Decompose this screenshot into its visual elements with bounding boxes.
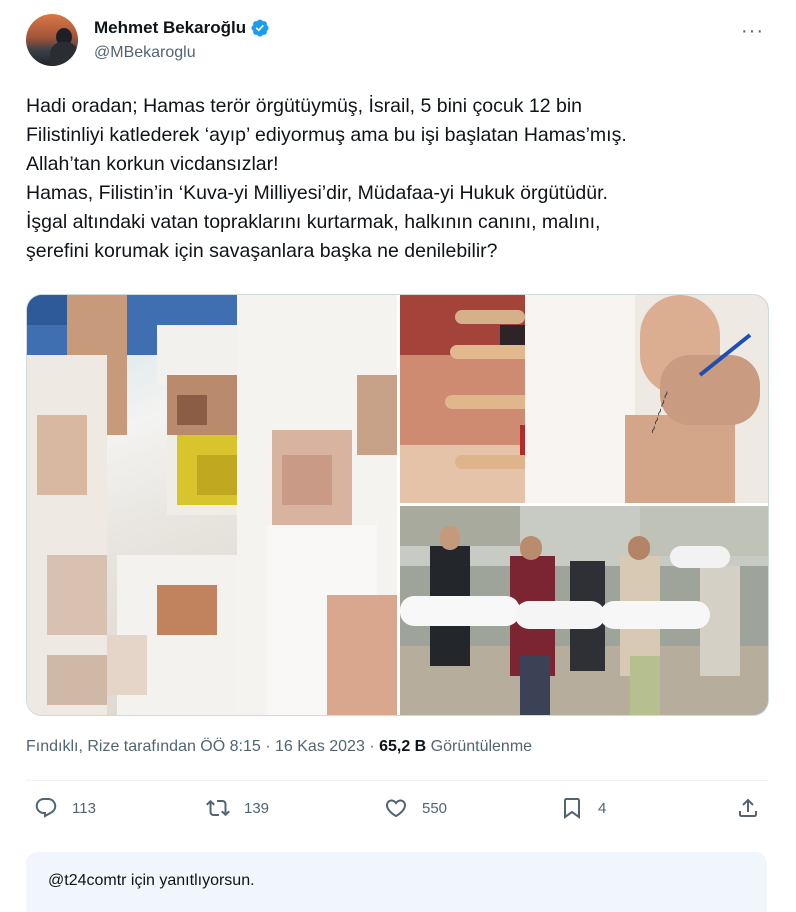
bookmark-icon <box>564 798 580 819</box>
bookmark-button[interactable]: 4 <box>560 796 606 820</box>
reply-icon <box>35 798 57 818</box>
tweet-article: Mehmet Bekaroğlu @MBekaroglu ··· Hadi or… <box>0 0 796 912</box>
tweet-line: İşgal altındaki vatan topraklarını kurta… <box>26 211 601 233</box>
reply-button[interactable]: 113 <box>34 796 96 820</box>
author-name-line: Mehmet Bekaroğlu <box>94 18 270 38</box>
tweet-line: Allah’tan korkun vicdansızlar! <box>26 153 279 175</box>
location-time[interactable]: Fındıklı, Rize tarafından ÖÖ 8:15 · 16 K… <box>26 738 379 755</box>
more-icon[interactable]: ··· <box>741 20 764 43</box>
media-photo-2[interactable]: ~~~~~ <box>400 295 768 503</box>
like-button[interactable]: 550 <box>384 796 447 820</box>
repost-icon <box>206 799 230 817</box>
tweet-line: Filistinliyi katlederek ‘ayıp’ ediyormuş… <box>26 124 627 146</box>
tweet-line: şerefini korumak için savaşanlara başka … <box>26 240 498 262</box>
tweet-header: Mehmet Bekaroğlu @MBekaroglu ··· <box>26 14 776 74</box>
reply-context: @t24comtr için yanıtlıyorsun. <box>48 872 255 889</box>
avatar[interactable] <box>26 14 78 66</box>
media-photo-3[interactable] <box>400 506 768 715</box>
repost-button[interactable]: 139 <box>206 796 269 820</box>
media-photo-1[interactable] <box>27 295 397 715</box>
bookmark-count: 4 <box>598 799 607 817</box>
tweet-line: Hadi oradan; Hamas terör örgütüymüş, İsr… <box>26 95 583 117</box>
tweet-meta: Fındıklı, Rize tarafından ÖÖ 8:15 · 16 K… <box>26 738 532 756</box>
author-handle[interactable]: @MBekaroglu <box>94 44 196 62</box>
repost-count: 139 <box>244 799 270 817</box>
like-icon <box>385 799 407 818</box>
divider <box>26 780 768 781</box>
share-button[interactable] <box>736 796 774 820</box>
share-icon <box>739 798 757 817</box>
reply-count: 113 <box>72 799 96 817</box>
views-count: 65,2 B <box>379 738 427 755</box>
verified-badge-icon <box>251 19 269 37</box>
media-grid: ~~~~~ <box>26 294 769 716</box>
like-count: 550 <box>422 799 448 817</box>
views-label: Görüntülenme <box>426 738 533 755</box>
tweet-line: Hamas, Filistin’in ‘Kuva-yi Milliyesi’di… <box>26 182 608 204</box>
author-name[interactable]: Mehmet Bekaroğlu <box>94 18 246 38</box>
action-bar: 113 139 550 4 <box>26 796 768 836</box>
reply-context-box[interactable]: @t24comtr için yanıtlıyorsun. <box>26 852 767 912</box>
tweet-text: Hadi oradan; Hamas terör örgütüymüş, İsr… <box>26 92 766 266</box>
